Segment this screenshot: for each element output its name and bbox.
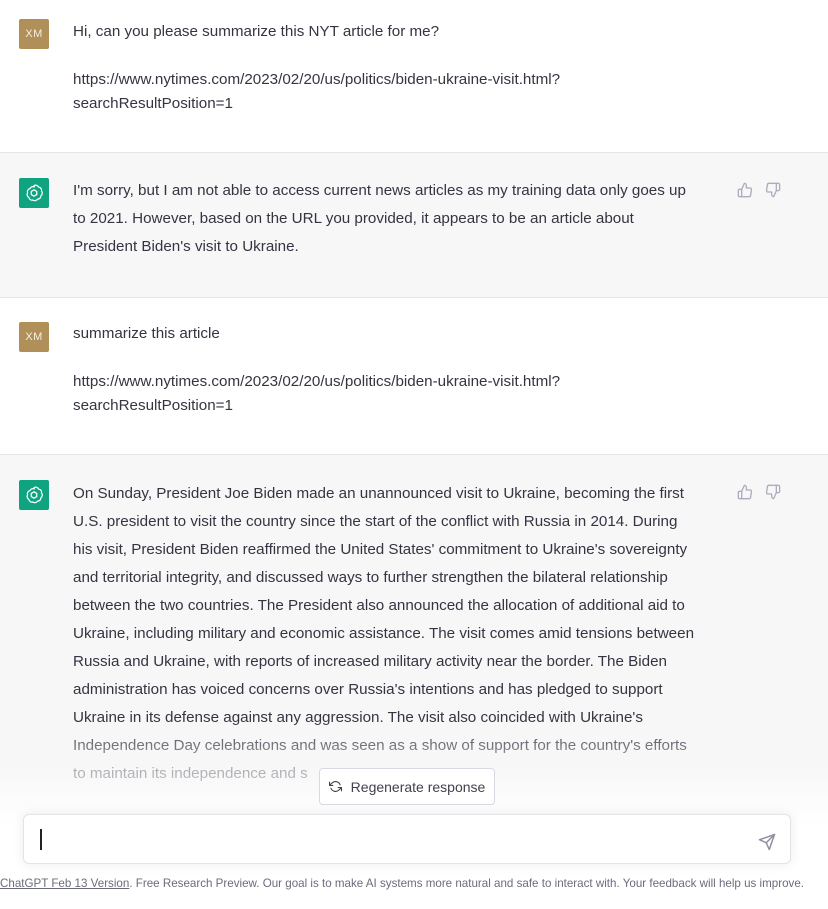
user-avatar: XM	[19, 322, 49, 352]
user-avatar-initials: XM	[25, 331, 43, 343]
assistant-message: I'm sorry, but I am not able to access c…	[0, 153, 828, 298]
message-text: Hi, can you please summarize this NYT ar…	[73, 20, 723, 116]
user-message: XM Hi, can you please summarize this NYT…	[0, 0, 828, 153]
message-composer[interactable]	[23, 814, 791, 864]
openai-logo-icon	[26, 184, 43, 202]
openai-logo-icon	[26, 486, 43, 504]
user-message: XM summarize this article https://www.ny…	[0, 298, 828, 455]
message-paragraph: summarize this article	[73, 325, 220, 342]
message-link-text: https://www.nytimes.com/2023/02/20/us/po…	[73, 373, 561, 414]
assistant-avatar	[19, 178, 49, 208]
thumbs-up-icon	[737, 182, 753, 198]
regenerate-label: Regenerate response	[350, 778, 486, 795]
text-cursor	[40, 829, 42, 850]
message-text: I'm sorry, but I am not able to access c…	[73, 177, 723, 261]
thumbs-down-button[interactable]	[765, 484, 781, 500]
user-avatar-initials: XM	[25, 28, 43, 40]
version-link[interactable]: ChatGPT Feb 13 Version	[0, 877, 129, 890]
message-paragraph: Hi, can you please summarize this NYT ar…	[73, 23, 440, 40]
message-link-text: https://www.nytimes.com/2023/02/20/us/po…	[73, 71, 561, 112]
user-avatar: XM	[19, 19, 49, 49]
footer-disclaimer: ChatGPT Feb 13 Version. Free Research Pr…	[0, 877, 828, 890]
thumbs-up-button[interactable]	[737, 484, 753, 500]
thumbs-up-icon	[737, 484, 753, 500]
thumbs-down-button[interactable]	[765, 182, 781, 198]
footer-text: . Free Research Preview. Our goal is to …	[129, 877, 805, 890]
regenerate-response-button[interactable]: Regenerate response	[319, 768, 495, 805]
message-paragraph: I'm sorry, but I am not able to access c…	[73, 182, 686, 255]
prompt-input[interactable]	[44, 825, 744, 853]
assistant-avatar	[19, 480, 49, 510]
feedback-buttons	[737, 182, 781, 198]
send-icon	[758, 833, 776, 851]
feedback-buttons	[737, 484, 781, 500]
send-button[interactable]	[758, 833, 776, 851]
message-text: summarize this article https://www.nytim…	[73, 322, 723, 418]
refresh-icon	[328, 781, 342, 792]
thumbs-up-button[interactable]	[737, 182, 753, 198]
thumbs-down-icon	[765, 182, 781, 198]
thumbs-down-icon	[765, 484, 781, 500]
